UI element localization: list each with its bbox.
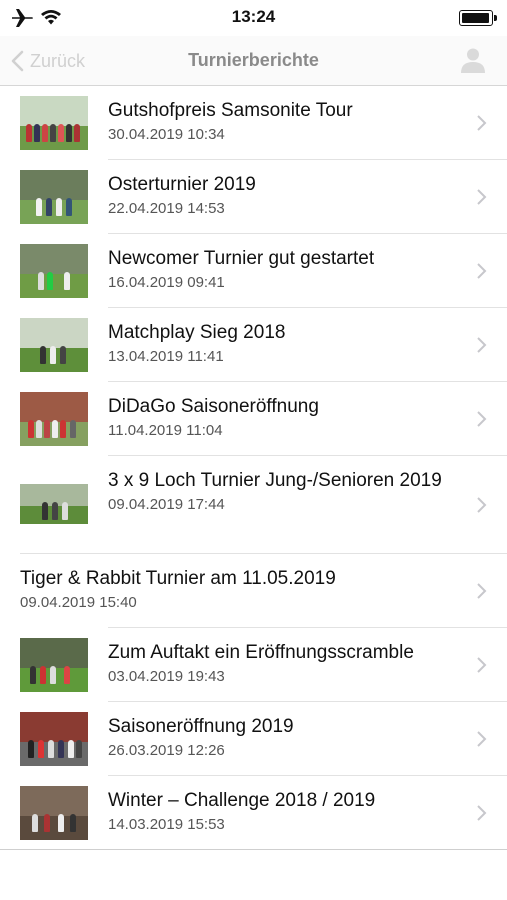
- navigation-bar: Zurück Turnierberichte: [0, 36, 507, 86]
- report-thumbnail: [20, 170, 88, 224]
- report-title: Gutshofpreis Samsonite Tour: [108, 100, 353, 121]
- report-title: Newcomer Turnier gut gestartet: [108, 248, 375, 269]
- report-date: 13.04.2019 11:41: [108, 348, 224, 365]
- report-title: Saisoneröffnung 2019: [108, 716, 294, 737]
- report-thumbnail: [20, 712, 88, 766]
- chevron-right-icon: [477, 731, 487, 747]
- report-date: 03.04.2019 19:43: [108, 668, 225, 685]
- report-thumbnail: [20, 484, 88, 524]
- report-list: Gutshofpreis Samsonite Tour 30.04.2019 1…: [0, 86, 507, 850]
- chevron-right-icon: [477, 583, 487, 599]
- report-date: 26.03.2019 12:26: [108, 742, 225, 759]
- report-date: 09.04.2019 17:44: [108, 496, 225, 513]
- chevron-right-icon: [477, 411, 487, 427]
- list-item[interactable]: Winter – Challenge 2018 / 2019 14.03.201…: [0, 776, 507, 850]
- report-date: 30.04.2019 10:34: [108, 126, 225, 143]
- report-date: 11.04.2019 11:04: [108, 422, 223, 439]
- list-item[interactable]: Tiger & Rabbit Turnier am 11.05.2019 09.…: [0, 554, 507, 628]
- list-item[interactable]: Saisoneröffnung 2019 26.03.2019 12:26: [0, 702, 507, 776]
- report-thumbnail: [20, 786, 88, 840]
- report-title: 3 x 9 Loch Turnier Jung-/Senioren 2019: [108, 470, 442, 491]
- status-time: 13:24: [231, 7, 276, 26]
- report-thumbnail: [20, 244, 88, 298]
- report-thumbnail: [20, 392, 88, 446]
- chevron-right-icon: [477, 804, 487, 821]
- report-thumbnail: [20, 96, 88, 150]
- report-date: 22.04.2019 14:53: [108, 200, 225, 217]
- report-date: 14.03.2019 15:53: [108, 816, 225, 833]
- report-title: DiDaGo Saisoneröffnung: [108, 396, 319, 417]
- list-item[interactable]: Zum Auftakt ein Eröffnungsscramble 03.04…: [0, 628, 507, 702]
- report-title: Osterturnier 2019: [108, 174, 256, 195]
- chevron-right-icon: [477, 189, 487, 205]
- status-bar: 13:24: [0, 0, 507, 36]
- list-item[interactable]: 3 x 9 Loch Turnier Jung-/Senioren 2019 0…: [0, 456, 507, 554]
- chevron-right-icon: [477, 115, 487, 131]
- list-item[interactable]: Newcomer Turnier gut gestartet 16.04.201…: [0, 234, 507, 308]
- report-thumbnail: [20, 318, 88, 372]
- battery-icon: [459, 10, 497, 26]
- page-title: Turnierberichte: [188, 50, 319, 70]
- report-date: 09.04.2019 15:40: [20, 594, 137, 611]
- list-item[interactable]: Osterturnier 2019 22.04.2019 14:53: [0, 160, 507, 234]
- chevron-right-icon: [477, 497, 487, 513]
- list-item[interactable]: Gutshofpreis Samsonite Tour 30.04.2019 1…: [0, 86, 507, 160]
- report-title: Zum Auftakt ein Eröffnungsscramble: [108, 642, 414, 663]
- report-thumbnail: [20, 638, 88, 692]
- list-item[interactable]: DiDaGo Saisoneröffnung 11.04.2019 11:04: [0, 382, 507, 456]
- chevron-right-icon: [477, 263, 487, 279]
- chevron-right-icon: [477, 657, 487, 673]
- profile-icon[interactable]: [459, 46, 487, 74]
- report-title: Matchplay Sieg 2018: [108, 322, 286, 343]
- report-title: Tiger & Rabbit Turnier am 11.05.2019: [20, 568, 336, 589]
- report-title: Winter – Challenge 2018 / 2019: [108, 790, 376, 811]
- chevron-right-icon: [477, 337, 487, 353]
- list-item[interactable]: Matchplay Sieg 2018 13.04.2019 11:41: [0, 308, 507, 382]
- report-date: 16.04.2019 09:41: [108, 274, 225, 291]
